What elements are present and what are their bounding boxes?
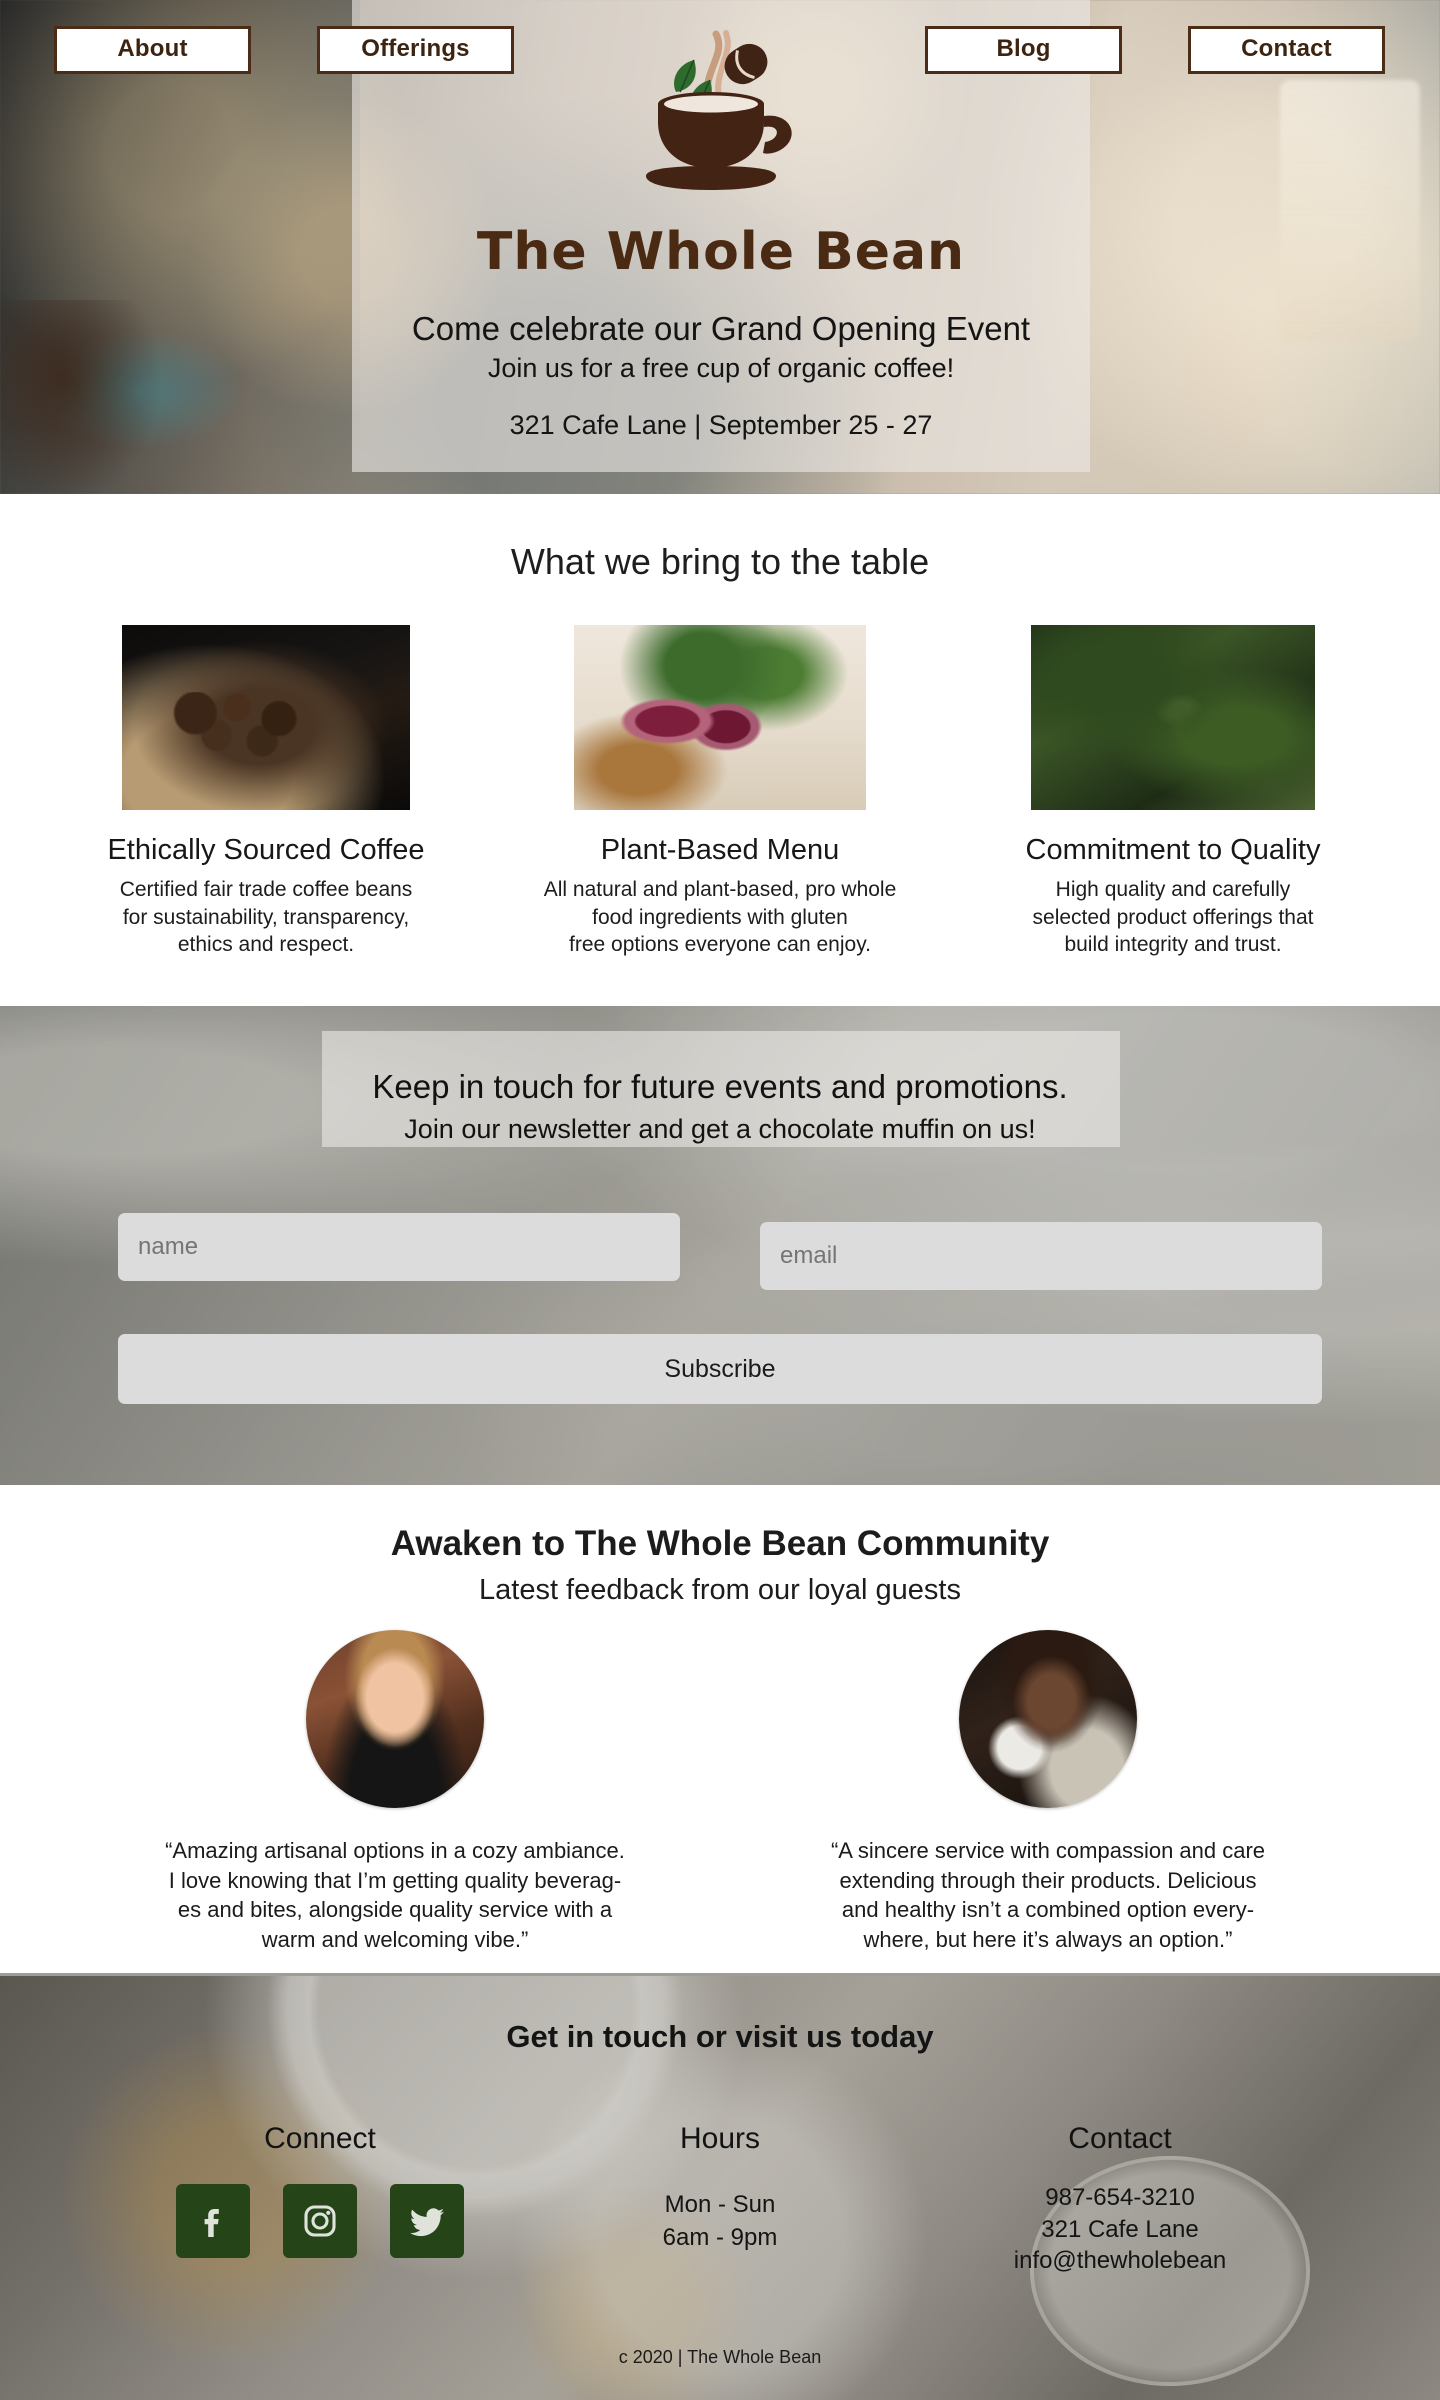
nav-item-about[interactable]: About [54, 26, 251, 74]
sliced-figs-and-walnuts-photo [574, 625, 866, 810]
twitter-icon[interactable] [390, 2184, 464, 2258]
name-input[interactable] [118, 1213, 680, 1281]
feature-card: Commitment to Quality High quality and c… [963, 625, 1383, 959]
nav-item-contact[interactable]: Contact [1188, 26, 1385, 74]
subscribe-button[interactable]: Subscribe [118, 1334, 1322, 1404]
feature-card-body: All natural and plant-based, pro whole f… [543, 878, 897, 957]
feature-card: Plant-Based Menu All natural and plant-b… [510, 625, 930, 959]
testimonial-card: “Amazing artisanal options in a cozy amb… [85, 1630, 705, 1955]
footer-contact-heading: Contact [1068, 2122, 1172, 2155]
testimonials-title: Awaken to The Whole Bean Community [390, 1524, 1050, 1563]
email-input[interactable] [760, 1222, 1322, 1290]
coffee-beans-sack-photo [122, 625, 410, 810]
features-title: What we bring to the table [510, 541, 930, 582]
hero-headline: Come celebrate our Grand Opening Event [411, 310, 1031, 347]
feature-card-title: Plant-Based Menu [600, 834, 840, 866]
hero-background-candle-holder [1280, 80, 1420, 340]
footer-connect-heading: Connect [264, 2122, 376, 2155]
footer-column-contact: Contact 987-654-3210 321 Cafe Lane info@… [910, 2122, 1330, 2277]
hero-event-details: 321 Cafe Lane | September 25 - 27 [509, 410, 933, 440]
footer-hours-text: Mon - Sun 6am - 9pm [662, 2191, 778, 2252]
footer-title: Get in touch or visit us today [506, 2019, 934, 2054]
nav-item-offerings[interactable]: Offerings [317, 26, 514, 74]
facebook-icon[interactable] [176, 2184, 250, 2258]
footer-column-connect: Connect [110, 2122, 530, 2258]
guest-avatar-woman-with-cup-photo [959, 1630, 1137, 1808]
testimonial-card: “A sincere service with compassion and c… [738, 1630, 1358, 1955]
hero-section: The Whole Bean Come celebrate our Grand … [0, 0, 1440, 494]
hero-subheadline: Join us for a free cup of organic coffee… [487, 353, 955, 383]
newsletter-headline: Keep in touch for future events and prom… [372, 1068, 1068, 1105]
feature-card-title: Commitment to Quality [1025, 834, 1321, 866]
feature-card: Ethically Sourced Coffee Certified fair … [56, 625, 476, 959]
newsletter-subheadline: Join our newsletter and get a chocolate … [404, 1114, 1036, 1144]
instagram-icon[interactable] [283, 2184, 357, 2258]
coffee-plant-branch-photo [1031, 625, 1315, 810]
brand-title: The Whole Bean [476, 222, 966, 282]
feature-card-body: High quality and carefully selected prod… [1032, 878, 1314, 957]
copyright-text: c 2020 | The Whole Bean [618, 2347, 822, 2367]
testimonial-quote: “Amazing artisanal options in a cozy amb… [165, 1838, 625, 1953]
footer-hours-heading: Hours [679, 2122, 761, 2155]
testimonial-quote: “A sincere service with compassion and c… [830, 1838, 1266, 1953]
main-navigation: About Offerings Blog Contact [0, 0, 1440, 100]
footer-contact-text: 987-654-3210 321 Cafe Lane info@thewhole… [1013, 2184, 1227, 2275]
guest-avatar-woman-photo [306, 1630, 484, 1808]
nav-item-blog[interactable]: Blog [925, 26, 1122, 74]
feature-card-title: Ethically Sourced Coffee [107, 834, 425, 866]
hero-background-wooden-chair [0, 300, 160, 494]
feature-card-body: Certified fair trade coffee beans for su… [119, 878, 413, 957]
social-links [110, 2184, 530, 2258]
footer-column-hours: Hours Mon - Sun 6am - 9pm [510, 2122, 930, 2254]
testimonials-subtitle: Latest feedback from our loyal guests [479, 1574, 961, 1606]
